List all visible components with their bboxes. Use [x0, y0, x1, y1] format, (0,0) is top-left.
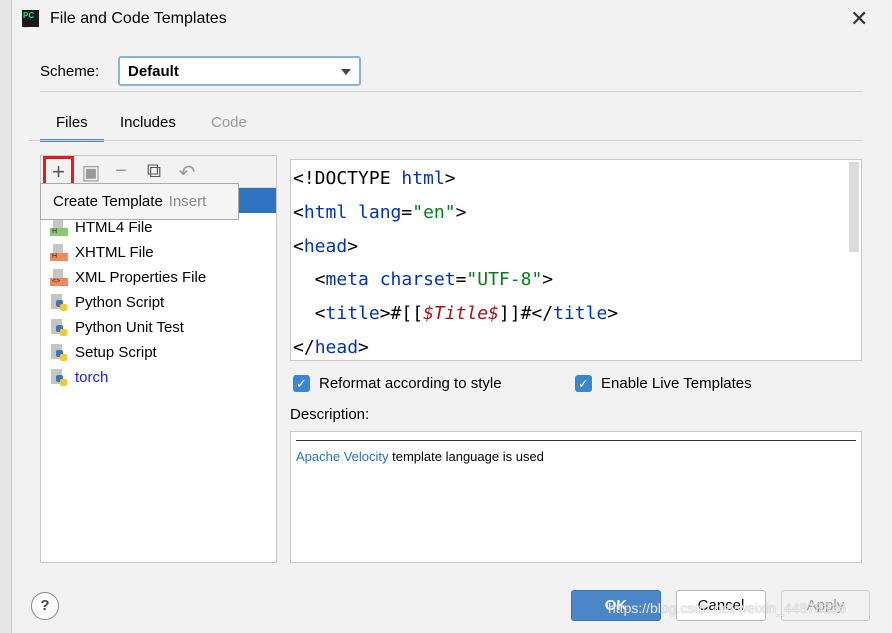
dialog-title: File and Code Templates: [50, 10, 227, 27]
scheme-dropdown[interactable]: Default: [118, 56, 361, 86]
apache-velocity-link[interactable]: Apache Velocity: [296, 449, 389, 464]
chevron-down-icon: [341, 69, 351, 75]
divider: [28, 140, 862, 141]
divider: [40, 91, 862, 92]
code-line: <title>#[[$Title$]]#</title>: [293, 303, 619, 324]
list-item[interactable]: H XHTML File: [50, 240, 154, 265]
list-item[interactable]: <> XML Properties File: [50, 265, 206, 290]
create-template-tooltip: Create Template Insert: [40, 183, 239, 220]
pycharm-logo-icon: PC _: [22, 10, 39, 29]
html-file-icon: H: [50, 218, 68, 237]
remove-icon[interactable]: −: [109, 160, 133, 183]
code-line: </head>: [293, 337, 369, 358]
editor-scrollbar[interactable]: [849, 162, 859, 252]
code-line: <head>: [293, 236, 359, 257]
list-item[interactable]: Python Script: [50, 290, 164, 315]
list-item[interactable]: Setup Script: [50, 340, 157, 365]
scheme-label: Scheme:: [40, 63, 100, 80]
checkmark-icon: ✓: [293, 375, 310, 392]
live-templates-checkbox[interactable]: ✓ Enable Live Templates: [575, 375, 752, 392]
background-window-edge: [0, 0, 12, 633]
code-line: <!DOCTYPE html>: [293, 168, 456, 189]
scheme-value: Default: [128, 63, 179, 80]
code-line: <meta charset="UTF-8">: [293, 269, 554, 290]
python-file-icon: [50, 343, 68, 362]
reset-icon[interactable]: ↶: [175, 160, 199, 185]
list-item[interactable]: Python Unit Test: [50, 315, 184, 340]
python-file-icon: [50, 293, 68, 312]
tab-code[interactable]: Code: [211, 114, 247, 131]
close-icon[interactable]: ✕: [850, 6, 868, 32]
template-editor[interactable]: <!DOCTYPE html> <html lang="en"> <head> …: [290, 159, 862, 361]
description-label: Description:: [290, 406, 370, 423]
watermark: https://blog.csdn.net/weixin_44878336: [608, 600, 847, 616]
checkmark-icon: ✓: [575, 375, 592, 392]
code-line: <html lang="en">: [293, 202, 467, 223]
xml-file-icon: <>: [50, 268, 68, 287]
description-text: template language is used: [388, 449, 544, 464]
reformat-checkbox[interactable]: ✓ Reformat according to style: [293, 375, 502, 392]
python-file-icon: [50, 368, 68, 387]
tab-files[interactable]: Files: [40, 114, 104, 142]
list-item[interactable]: torch: [50, 365, 108, 390]
tab-includes[interactable]: Includes: [120, 114, 176, 131]
add-child-icon[interactable]: ▣: [79, 160, 103, 185]
copy-icon[interactable]: ⧉: [142, 160, 166, 183]
description-panel: Apache Velocity template language is use…: [290, 431, 862, 563]
python-file-icon: [50, 318, 68, 337]
help-button[interactable]: ?: [31, 592, 59, 620]
xhtml-file-icon: H: [50, 243, 68, 262]
